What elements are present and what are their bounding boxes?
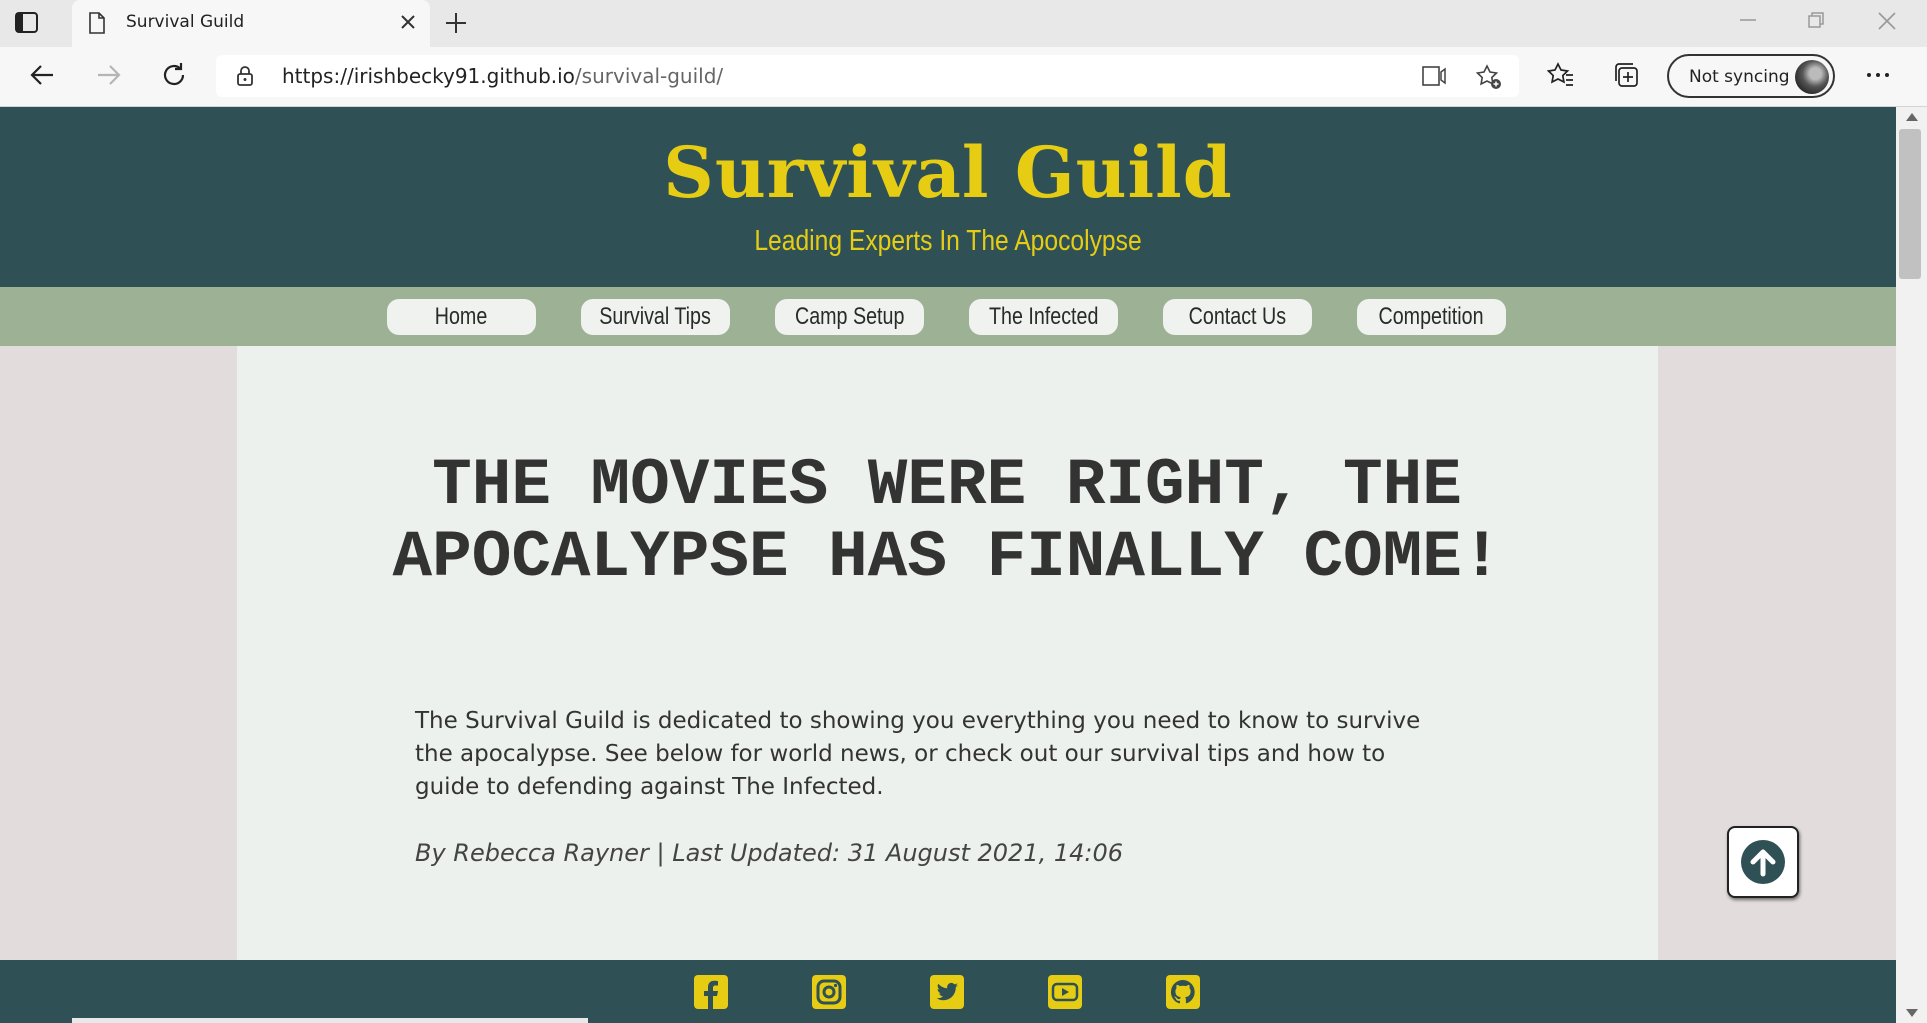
nav-competition-label: Competition (1378, 303, 1485, 330)
url-path: /survival-guild/ (574, 64, 724, 88)
nav-camp-setup-label: Camp Setup (794, 303, 905, 330)
close-tab-icon[interactable] (398, 12, 418, 32)
nav-camp-setup[interactable]: Camp Setup (775, 299, 924, 335)
site-tagline: Leading Experts In The Apocolypse (754, 225, 1142, 257)
twitter-icon[interactable] (929, 974, 965, 1010)
close-window-icon[interactable] (1876, 10, 1898, 32)
intro-paragraph: The Survival Guild is dedicated to showi… (415, 708, 1421, 800)
more-icon[interactable] (1865, 61, 1891, 89)
byline: By Rebecca Rayner | Last Updated: 31 Aug… (415, 839, 1124, 867)
site-title[interactable]: Survival Guild (0, 131, 1896, 214)
vertical-scrollbar[interactable] (1896, 107, 1927, 1023)
browser-window: Survival Guild https://irishbecky91.gith… (0, 0, 1927, 1023)
scrollbar-thumb[interactable] (1899, 129, 1921, 279)
address-toolbar: https://irishbecky91.github.io/survival-… (0, 47, 1927, 107)
site-footer (0, 960, 1896, 1023)
nav-home[interactable]: Home (387, 299, 536, 335)
nav-contact-us[interactable]: Contact Us (1163, 299, 1312, 335)
url-text[interactable]: https://irishbecky91.github.io/survival-… (282, 64, 723, 88)
read-aloud-icon[interactable] (1421, 64, 1449, 88)
nav-home-label: Home (435, 303, 488, 330)
minimize-icon[interactable] (1738, 10, 1758, 30)
scroll-up-arrow-icon[interactable] (1906, 113, 1918, 121)
restore-icon[interactable] (1806, 10, 1826, 30)
url-host: https://irishbecky91.github.io (282, 64, 575, 88)
instagram-icon[interactable] (811, 974, 847, 1010)
github-icon[interactable] (1165, 974, 1201, 1010)
lock-icon[interactable] (236, 65, 254, 87)
collections-icon[interactable] (1612, 61, 1640, 89)
favorites-icon[interactable] (1547, 61, 1575, 89)
page-icon (89, 12, 105, 34)
nav-competition[interactable]: Competition (1357, 299, 1506, 335)
tab-title: Survival Guild (126, 12, 245, 32)
add-favorite-icon[interactable] (1475, 63, 1503, 91)
headline-line-1: THE MOVIES WERE RIGHT, THE (432, 448, 1462, 523)
arrow-up-circle-icon (1741, 840, 1785, 884)
page-load-progress (72, 1018, 588, 1023)
headline-line-2: APOCALYPSE HAS FINALLY COME! (392, 520, 1502, 595)
nav-survival-tips-label: Survival Tips (599, 303, 712, 330)
back-icon[interactable] (28, 61, 56, 89)
nav-the-infected-label: The Infected (988, 303, 1099, 330)
tab-actions-icon[interactable] (14, 11, 40, 35)
page-headline: THE MOVIES WERE RIGHT, THE APOCALYPSE HA… (337, 450, 1557, 594)
avatar (1795, 60, 1829, 94)
nav-contact-us-label: Contact Us (1188, 303, 1287, 330)
refresh-icon[interactable] (160, 61, 188, 89)
site-header: Survival Guild Leading Experts In The Ap… (0, 107, 1896, 287)
sync-label: Not syncing (1689, 67, 1790, 87)
nav-the-infected[interactable]: The Infected (969, 299, 1118, 335)
profile-sync-button[interactable]: Not syncing (1667, 54, 1835, 98)
scroll-down-arrow-icon[interactable] (1906, 1009, 1918, 1017)
back-to-top-button[interactable] (1727, 826, 1799, 898)
youtube-icon[interactable] (1047, 974, 1083, 1010)
facebook-icon[interactable] (693, 974, 729, 1010)
forward-icon[interactable] (95, 61, 123, 89)
main-content: THE MOVIES WERE RIGHT, THE APOCALYPSE HA… (237, 346, 1658, 1023)
page-viewport: Survival Guild Leading Experts In The Ap… (0, 107, 1896, 1023)
nav-survival-tips[interactable]: Survival Tips (581, 299, 730, 335)
address-bar[interactable]: https://irishbecky91.github.io/survival-… (216, 55, 1519, 97)
active-tab[interactable]: Survival Guild (72, 0, 430, 47)
tab-strip: Survival Guild (0, 0, 1927, 47)
main-nav: Home Survival Tips Camp Setup The Infect… (0, 287, 1896, 346)
new-tab-icon[interactable] (443, 10, 469, 36)
